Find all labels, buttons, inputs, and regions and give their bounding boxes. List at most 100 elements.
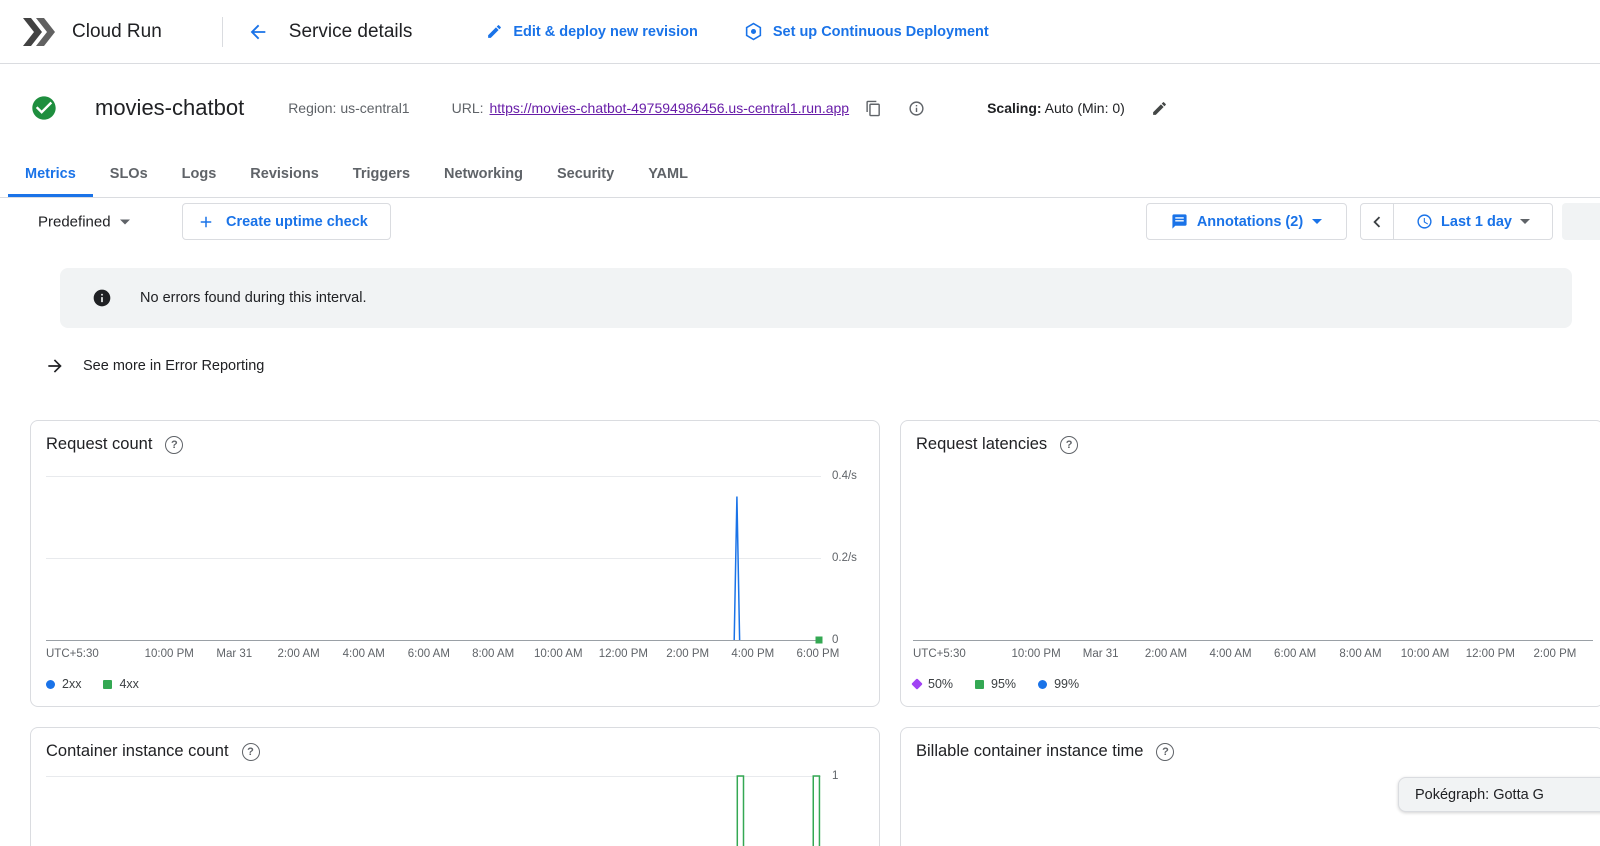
- chart-title: Request latencies: [916, 435, 1047, 454]
- x-tick-label: 8:00 AM: [1339, 648, 1381, 660]
- x-tick-label: 4:00 AM: [343, 648, 385, 660]
- chart-title: Container instance count: [46, 742, 229, 761]
- info-filled-icon: [92, 288, 112, 308]
- predefined-dropdown[interactable]: Predefined: [38, 214, 130, 231]
- help-icon[interactable]: ?: [242, 743, 260, 761]
- create-uptime-check-label: Create uptime check: [226, 214, 368, 230]
- x-tick-label: 2:00 AM: [278, 648, 320, 660]
- legend-item-95: 95%: [975, 677, 1016, 691]
- legend-label: 4xx: [119, 677, 138, 691]
- x-tick-label: 2:00 PM: [666, 648, 709, 660]
- x-tick-label: 6:00 AM: [1274, 648, 1316, 660]
- page-title: Service details: [289, 21, 413, 43]
- url-label: URL:: [452, 100, 484, 116]
- help-icon[interactable]: ?: [165, 436, 183, 454]
- back-button[interactable]: [245, 19, 271, 45]
- service-url-link[interactable]: https://movies-chatbot-497594986456.us-c…: [490, 100, 850, 116]
- legend-item-4xx: 4xx: [103, 677, 138, 691]
- service-header: movies-chatbot Region: us-central1 URL: …: [0, 64, 1600, 152]
- time-range-dropdown[interactable]: Last 1 day: [1394, 204, 1552, 239]
- tab-metrics[interactable]: Metrics: [8, 152, 93, 197]
- x-tick-label: UTC+5:30: [913, 648, 966, 660]
- chevron-left-icon: [1366, 211, 1388, 233]
- x-tick-label: 10:00 PM: [1011, 648, 1060, 660]
- y-tick-label: 0.4/s: [832, 470, 857, 482]
- legend-label: 2xx: [62, 677, 81, 691]
- arrow-right-icon: [45, 356, 65, 376]
- series-lines: [46, 776, 821, 846]
- time-range-control: Last 1 day: [1360, 203, 1553, 240]
- tab-revisions[interactable]: Revisions: [233, 152, 336, 197]
- chart-y-axis: 0.4/s0.2/s0: [832, 476, 882, 640]
- legend-item-2xx: 2xx: [46, 677, 81, 691]
- container-instance-count-card: Container instance count ? 1: [30, 727, 880, 846]
- legend-item-99: 99%: [1038, 677, 1079, 691]
- y-tick-label: 0.2/s: [832, 552, 857, 564]
- pencil-icon: [486, 23, 503, 40]
- url-info-button[interactable]: [908, 100, 925, 117]
- x-tick-label: Mar 31: [1083, 648, 1119, 660]
- setup-continuous-deployment-button[interactable]: Set up Continuous Deployment: [744, 22, 989, 41]
- status-ok-icon: [30, 94, 58, 122]
- banner-message: No errors found during this interval.: [140, 290, 366, 306]
- scaling-info: Scaling: Auto (Min: 0): [987, 100, 1125, 116]
- legend-label: 99%: [1054, 677, 1079, 691]
- annotations-dropdown[interactable]: Annotations (2): [1146, 203, 1347, 240]
- tab-security[interactable]: Security: [540, 152, 631, 197]
- copy-url-button[interactable]: [865, 100, 882, 117]
- chart-title: Billable container instance time: [916, 742, 1143, 761]
- predefined-label: Predefined: [38, 214, 111, 231]
- legend-item-50: 50%: [913, 677, 953, 691]
- series-lines: [46, 476, 821, 640]
- x-tick-label: 12:00 PM: [599, 648, 648, 660]
- y-tick-label: 1: [832, 770, 838, 782]
- request-count-card: Request count ? 0.4/s0.2/s0 UTC+5:3010:0…: [30, 420, 880, 707]
- help-icon[interactable]: ?: [1156, 743, 1174, 761]
- create-uptime-check-button[interactable]: Create uptime check: [182, 203, 391, 240]
- legend-swatch: [1038, 680, 1047, 689]
- chart-y-axis: 1: [832, 776, 882, 846]
- edit-scaling-button[interactable]: [1151, 100, 1168, 117]
- chart-title: Request count: [46, 435, 152, 454]
- cloud-run-logo-icon: [22, 18, 56, 46]
- tab-yaml[interactable]: YAML: [631, 152, 705, 197]
- tab-logs[interactable]: Logs: [165, 152, 234, 197]
- annotations-label: Annotations (2): [1197, 214, 1303, 230]
- x-tick-label: 6:00 AM: [408, 648, 450, 660]
- x-tick-label: 2:00 PM: [1533, 648, 1576, 660]
- pokegraph-toast: Pokégraph: Gotta G: [1398, 777, 1600, 812]
- legend-label: 95%: [991, 677, 1016, 691]
- previous-time-button[interactable]: [1361, 204, 1394, 239]
- edit-deploy-button[interactable]: Edit & deploy new revision: [486, 23, 698, 40]
- edit-deploy-label: Edit & deploy new revision: [513, 24, 698, 40]
- error-reporting-label: See more in Error Reporting: [83, 358, 264, 374]
- clock-icon: [1416, 213, 1433, 230]
- error-reporting-link[interactable]: See more in Error Reporting: [45, 352, 264, 380]
- divider: [222, 17, 223, 47]
- x-tick-label: 10:00 AM: [1401, 648, 1450, 660]
- tab-networking[interactable]: Networking: [427, 152, 540, 197]
- no-errors-banner: No errors found during this interval.: [60, 268, 1572, 328]
- metrics-toolbar: Predefined Create uptime check Annotatio…: [0, 198, 1600, 246]
- scaling-value: Auto (Min: 0): [1045, 100, 1125, 116]
- x-tick-label: 10:00 AM: [534, 648, 583, 660]
- setup-continuous-deployment-label: Set up Continuous Deployment: [773, 24, 989, 40]
- app-name[interactable]: Cloud Run: [72, 21, 162, 43]
- time-range-label: Last 1 day: [1441, 214, 1512, 230]
- chart-plot-area: [913, 476, 1593, 641]
- request-latencies-card: Request latencies ? UTC+5:30 10:00 PM Mar …: [900, 420, 1600, 707]
- service-region: Region: us-central1: [288, 100, 409, 116]
- toolbar-overflow-button[interactable]: [1562, 203, 1600, 240]
- x-tick-label: 2:00 AM: [1145, 648, 1187, 660]
- chart-legend: 2xx 4xx: [46, 677, 139, 691]
- chevron-down-icon: [1520, 219, 1530, 224]
- chart-plot-area: [46, 476, 821, 641]
- x-tick-label: 4:00 PM: [731, 648, 774, 660]
- help-icon[interactable]: ?: [1060, 436, 1078, 454]
- x-tick-label: 6:00 PM: [796, 648, 839, 660]
- scaling-label: Scaling:: [987, 100, 1041, 116]
- tab-slos[interactable]: SLOs: [93, 152, 165, 197]
- service-name: movies-chatbot: [95, 95, 244, 121]
- tab-triggers[interactable]: Triggers: [336, 152, 427, 197]
- chevron-down-icon: [120, 220, 130, 225]
